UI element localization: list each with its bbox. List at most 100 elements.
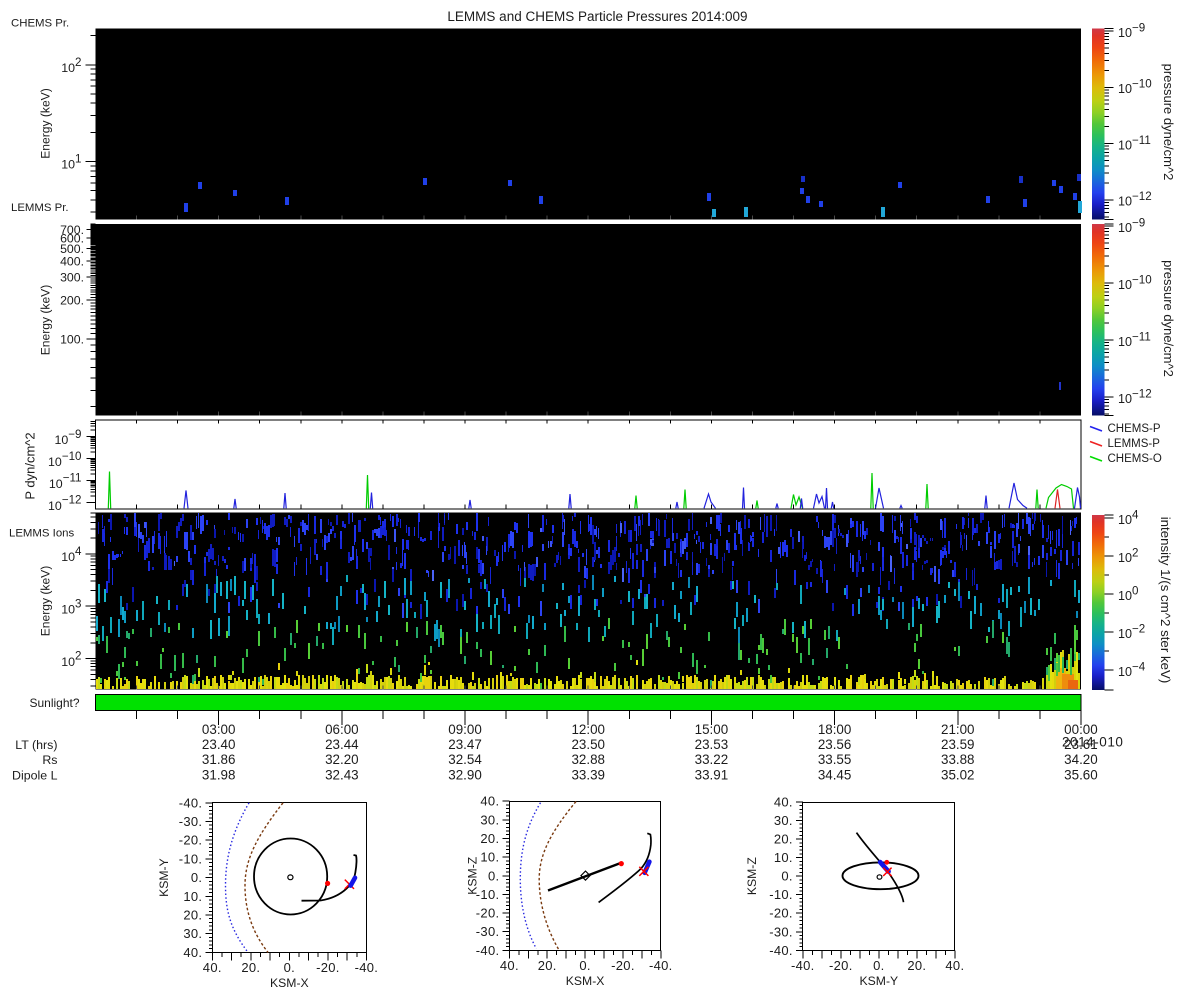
- svg-text:CHEMS-O: CHEMS-O: [1108, 453, 1162, 465]
- svg-text:10−12: 10−12: [1118, 387, 1152, 406]
- svg-text:700.: 700.: [60, 223, 84, 237]
- svg-text:21:00: 21:00: [941, 722, 975, 737]
- svg-text:10−9: 10−9: [54, 428, 81, 447]
- svg-text:-10.: -10.: [769, 887, 793, 902]
- svg-text:101: 101: [61, 153, 81, 172]
- svg-text:LEMMS Pr.: LEMMS Pr.: [11, 202, 69, 214]
- svg-text:-20.: -20.: [769, 906, 793, 921]
- svg-text:-20.: -20.: [611, 958, 635, 973]
- svg-text:-20.: -20.: [476, 906, 500, 921]
- svg-text:104: 104: [1118, 508, 1139, 527]
- svg-text:09:00: 09:00: [448, 722, 482, 737]
- svg-text:100.: 100.: [60, 333, 84, 347]
- svg-text:10−10: 10−10: [1118, 78, 1152, 97]
- svg-text:300.: 300.: [60, 271, 84, 285]
- svg-text:32.90: 32.90: [448, 768, 482, 783]
- svg-text:LEMMS Ions: LEMMS Ions: [9, 528, 75, 540]
- svg-text:KSM-X: KSM-X: [566, 974, 605, 988]
- svg-text:102: 102: [1118, 546, 1138, 565]
- svg-text:LEMMS and CHEMS Particle Press: LEMMS and CHEMS Particle Pressures 2014:…: [447, 9, 747, 24]
- svg-text:-40.: -40.: [769, 943, 793, 958]
- svg-text:20.: 20.: [907, 958, 926, 973]
- svg-text:20.: 20.: [241, 960, 260, 975]
- svg-text:33.39: 33.39: [571, 768, 605, 783]
- svg-text:102: 102: [61, 56, 81, 75]
- svg-text:10−10: 10−10: [1118, 273, 1152, 292]
- svg-text:400.: 400.: [60, 255, 84, 269]
- svg-text:33.88: 33.88: [941, 752, 975, 767]
- svg-text:20.: 20.: [183, 908, 202, 923]
- svg-text:40.: 40.: [500, 958, 519, 973]
- svg-text:03:00: 03:00: [202, 722, 236, 737]
- svg-text:10−12: 10−12: [1118, 190, 1152, 209]
- svg-text:pressure dyne/cm^2: pressure dyne/cm^2: [1161, 260, 1176, 377]
- svg-text:-40.: -40.: [355, 960, 379, 975]
- svg-text:30.: 30.: [774, 813, 793, 828]
- svg-text:33.91: 33.91: [695, 768, 729, 783]
- svg-text:10.: 10.: [480, 850, 499, 865]
- svg-text:40.: 40.: [945, 958, 964, 973]
- svg-text:pressure dyne/cm^2: pressure dyne/cm^2: [1161, 64, 1176, 181]
- svg-text:32.20: 32.20: [325, 752, 359, 767]
- svg-text:Dipole L: Dipole L: [12, 769, 58, 783]
- svg-text:20.: 20.: [480, 831, 499, 846]
- svg-text:Sunlight?: Sunlight?: [30, 696, 80, 710]
- svg-text:34.20: 34.20: [1064, 752, 1098, 767]
- svg-text:0.: 0.: [873, 958, 884, 973]
- svg-text:102: 102: [61, 650, 81, 669]
- svg-text:Rs: Rs: [42, 753, 57, 767]
- svg-text:40.: 40.: [203, 960, 222, 975]
- svg-text:KSM-Y: KSM-Y: [860, 974, 899, 988]
- svg-text:-30.: -30.: [769, 924, 793, 939]
- svg-text:10.: 10.: [183, 889, 202, 904]
- svg-text:-30.: -30.: [179, 814, 203, 829]
- svg-text:10−11: 10−11: [1118, 330, 1151, 349]
- svg-text:32.43: 32.43: [325, 768, 359, 783]
- svg-text:104: 104: [61, 545, 82, 564]
- svg-text:40.: 40.: [183, 945, 202, 960]
- svg-text:40.: 40.: [774, 795, 793, 810]
- svg-text:KSM-X: KSM-X: [270, 976, 309, 990]
- svg-text:2014-010: 2014-010: [1062, 735, 1123, 750]
- svg-text:Energy (keV): Energy (keV): [39, 285, 53, 356]
- svg-text:P dyn/cm^2: P dyn/cm^2: [22, 432, 37, 499]
- svg-text:CHEMS Pr.: CHEMS Pr.: [11, 18, 69, 30]
- svg-text:Energy (keV): Energy (keV): [39, 566, 53, 637]
- svg-text:200.: 200.: [60, 294, 84, 308]
- svg-text:30.: 30.: [480, 812, 499, 827]
- svg-text:23.53: 23.53: [695, 737, 729, 752]
- svg-text:-30.: -30.: [476, 924, 500, 939]
- svg-text:23.50: 23.50: [571, 737, 605, 752]
- svg-text:-40.: -40.: [179, 795, 203, 810]
- svg-text:31.86: 31.86: [202, 752, 236, 767]
- svg-text:34.45: 34.45: [818, 768, 852, 783]
- svg-text:06:00: 06:00: [325, 722, 359, 737]
- svg-text:20.: 20.: [774, 832, 793, 847]
- svg-text:10−9: 10−9: [1118, 216, 1145, 235]
- svg-text:KSM-Z: KSM-Z: [466, 856, 480, 894]
- svg-text:-20.: -20.: [829, 958, 853, 973]
- svg-text:33.22: 33.22: [695, 752, 729, 767]
- svg-text:23.59: 23.59: [941, 737, 975, 752]
- svg-text:LT (hrs): LT (hrs): [15, 738, 57, 752]
- svg-text:-10.: -10.: [179, 851, 203, 866]
- svg-text:23.44: 23.44: [325, 737, 359, 752]
- svg-text:CHEMS-P: CHEMS-P: [1108, 423, 1161, 435]
- svg-text:-40.: -40.: [791, 958, 815, 973]
- svg-text:40.: 40.: [480, 794, 499, 809]
- svg-text:-20.: -20.: [316, 960, 340, 975]
- svg-text:0.: 0.: [284, 960, 295, 975]
- svg-text:32.54: 32.54: [448, 752, 482, 767]
- svg-text:-20.: -20.: [179, 833, 203, 848]
- svg-text:-40.: -40.: [476, 943, 500, 958]
- svg-text:10−11: 10−11: [1118, 134, 1151, 153]
- svg-text:15:00: 15:00: [695, 722, 729, 737]
- svg-text:0.: 0.: [488, 868, 499, 883]
- svg-text:KSM-Y: KSM-Y: [157, 858, 171, 897]
- svg-text:10−11: 10−11: [49, 472, 82, 491]
- svg-text:100: 100: [1118, 584, 1138, 603]
- svg-text:LEMMS-P: LEMMS-P: [1108, 438, 1161, 450]
- svg-text:-40.: -40.: [649, 958, 673, 973]
- svg-text:10−4: 10−4: [1118, 660, 1146, 679]
- svg-text:30.: 30.: [183, 926, 202, 941]
